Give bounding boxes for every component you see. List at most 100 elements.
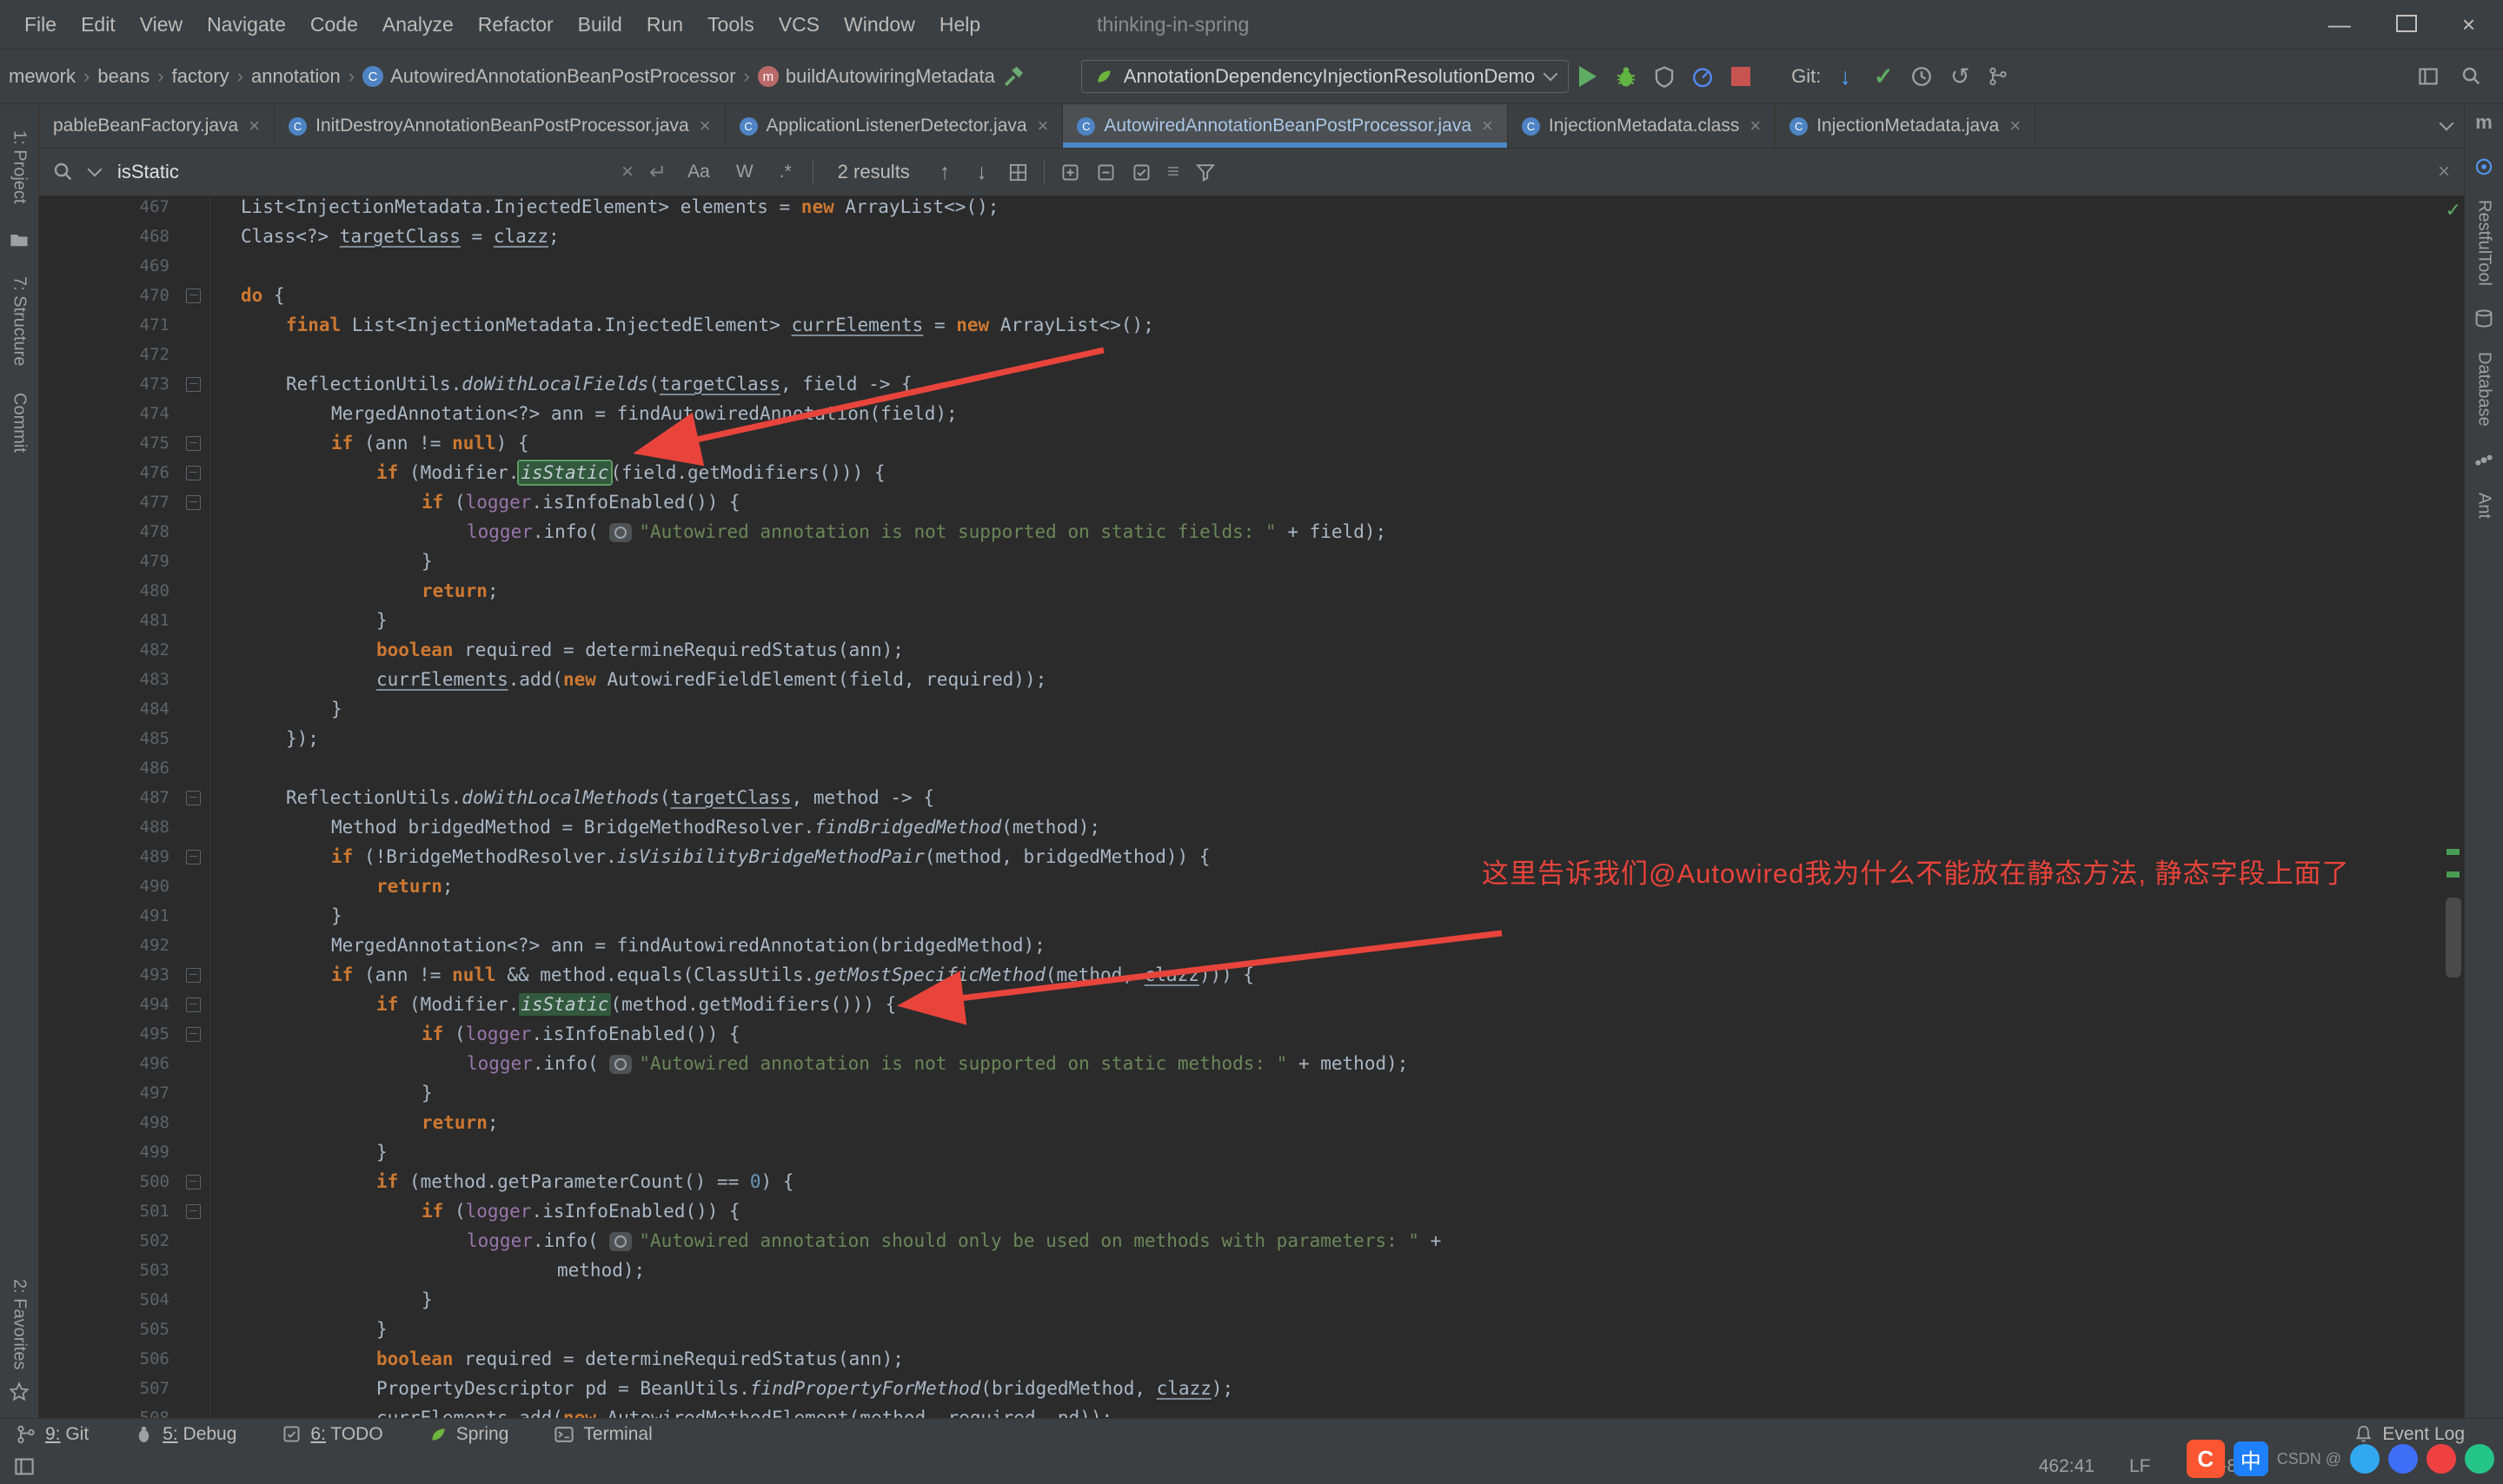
breadcrumb-item[interactable]: beans: [97, 65, 149, 88]
find-input[interactable]: [116, 160, 606, 184]
code-text[interactable]: ReflectionUtils.doWithLocalFields(target…: [286, 369, 913, 399]
line-number[interactable]: 507: [39, 1374, 173, 1403]
tab-applicationlistenerdetector-java[interactable]: C ApplicationListenerDetector.java ×: [726, 104, 1064, 148]
tool-button-todo[interactable]: 6: TODO: [282, 1424, 383, 1445]
tab-initdestroyannotationbeanpostprocessor-java[interactable]: C InitDestroyAnnotationBeanPostProcessor.…: [275, 104, 726, 148]
code-text[interactable]: }: [331, 901, 342, 931]
filter-icon[interactable]: [1195, 162, 1216, 182]
tab-injectionmetadata-java[interactable]: C InjectionMetadata.java ×: [1776, 104, 2036, 148]
fold-marker-icon[interactable]: [185, 1203, 201, 1219]
line-number[interactable]: 489: [39, 842, 173, 871]
code-text[interactable]: if (!BridgeMethodResolver.isVisibilityBr…: [331, 842, 1210, 871]
line-number[interactable]: 504: [39, 1285, 173, 1315]
search-history-chevron-icon[interactable]: [87, 162, 103, 177]
run-button[interactable]: [1569, 57, 1607, 96]
line-number[interactable]: 473: [39, 369, 173, 399]
tab-close-icon[interactable]: ×: [249, 115, 260, 137]
code-text[interactable]: Method bridgedMethod = BridgeMethodResol…: [331, 812, 1100, 842]
fold-marker-icon[interactable]: [185, 997, 201, 1012]
line-number[interactable]: 503: [39, 1255, 173, 1285]
code-area[interactable]: 467 List<InjectionMetadata.InjectedElemen…: [39, 149, 2441, 1418]
line-number[interactable]: 492: [39, 931, 173, 960]
code-text[interactable]: if (logger.isInfoEnabled()) {: [422, 1019, 740, 1049]
fold-marker-icon[interactable]: [185, 376, 201, 392]
tab-close-icon[interactable]: ×: [1749, 115, 1761, 137]
minimize-button[interactable]: —: [2328, 11, 2351, 38]
code-text[interactable]: boolean required = determineRequiredStat…: [376, 635, 904, 665]
line-number[interactable]: 485: [39, 724, 173, 753]
code-text[interactable]: }: [331, 694, 342, 724]
code-text[interactable]: Class<?> targetClass = clazz;: [241, 222, 560, 251]
add-occurrence-button[interactable]: [1060, 162, 1080, 182]
code-text[interactable]: if (ann != null) {: [331, 428, 529, 458]
whole-words-toggle[interactable]: W: [731, 162, 759, 182]
breadcrumb-item[interactable]: mework: [9, 65, 76, 88]
breadcrumb-item[interactable]: factory: [172, 65, 229, 88]
code-text[interactable]: }: [422, 1078, 433, 1108]
newline-toggle-icon[interactable]: ↵: [649, 160, 667, 185]
line-number[interactable]: 495: [39, 1019, 173, 1049]
build-icon[interactable]: [995, 57, 1033, 96]
code-text[interactable]: return;: [376, 871, 454, 901]
code-text[interactable]: if (logger.isInfoEnabled()) {: [422, 487, 740, 517]
close-button[interactable]: ×: [2462, 11, 2475, 38]
line-number[interactable]: 484: [39, 694, 173, 724]
git-commit-button[interactable]: ✓: [1864, 57, 1902, 96]
menu-item-vcs[interactable]: VCS: [767, 13, 832, 36]
line-number[interactable]: 486: [39, 753, 173, 783]
code-text[interactable]: do {: [241, 281, 285, 310]
line-number[interactable]: 474: [39, 399, 173, 428]
menu-item-help[interactable]: Help: [927, 13, 993, 36]
line-number[interactable]: 475: [39, 428, 173, 458]
git-rollback-button[interactable]: ↺: [1941, 57, 1979, 96]
line-number[interactable]: 498: [39, 1108, 173, 1137]
code-text[interactable]: MergedAnnotation<?> ann = findAutowiredA…: [331, 931, 1046, 960]
tool-button-project[interactable]: 1: Project: [10, 130, 30, 203]
tool-button-debug[interactable]: 5: Debug: [134, 1424, 236, 1445]
next-occurrence-button[interactable]: ↓: [971, 160, 993, 185]
line-number[interactable]: 470: [39, 281, 173, 310]
tab-autowiredannotationbeanpostprocessor-java[interactable]: C AutowiredAnnotationBeanPostProcessor.ja…: [1063, 104, 1508, 148]
code-text[interactable]: logger.info( "Autowired annotation is no…: [467, 1049, 1408, 1078]
line-number[interactable]: 493: [39, 960, 173, 990]
fold-marker-icon[interactable]: [185, 790, 201, 805]
breadcrumb-class[interactable]: C AutowiredAnnotationBeanPostProcessor: [362, 65, 736, 88]
breadcrumb-item[interactable]: annotation: [251, 65, 341, 88]
menu-item-build[interactable]: Build: [566, 13, 634, 36]
code-text[interactable]: }: [422, 1285, 433, 1315]
fold-marker-icon[interactable]: [185, 465, 201, 480]
code-text[interactable]: logger.info( "Autowired annotation is no…: [467, 517, 1386, 547]
code-text[interactable]: logger.info( "Autowired annotation shoul…: [467, 1226, 1441, 1255]
fold-marker-icon[interactable]: [185, 494, 201, 510]
inspections-ok-icon[interactable]: ✓: [2446, 199, 2461, 222]
folder-icon[interactable]: [9, 229, 30, 250]
fold-marker-icon[interactable]: [185, 849, 201, 865]
database-icon[interactable]: [2473, 308, 2494, 329]
code-text[interactable]: ReflectionUtils.doWithLocalMethods(targe…: [286, 783, 934, 812]
line-number[interactable]: 467: [39, 192, 173, 222]
line-number[interactable]: 480: [39, 576, 173, 606]
git-history-button[interactable]: [1902, 57, 1941, 96]
code-text[interactable]: final List<InjectionMetadata.InjectedEle…: [286, 310, 1154, 340]
menu-item-window[interactable]: Window: [832, 13, 927, 36]
line-number[interactable]: 491: [39, 901, 173, 931]
search-result-mark[interactable]: [2447, 871, 2460, 878]
code-text[interactable]: return;: [422, 1108, 499, 1137]
restful-tool-icon[interactable]: [2473, 156, 2494, 177]
tool-button-git[interactable]: 9: Git: [16, 1424, 89, 1445]
code-text[interactable]: }: [376, 1315, 388, 1344]
tool-button-terminal[interactable]: Terminal: [554, 1424, 653, 1445]
code-text[interactable]: return;: [422, 576, 499, 606]
code-text[interactable]: if (ann != null && method.equals(ClassUt…: [331, 960, 1254, 990]
menu-item-edit[interactable]: Edit: [69, 13, 128, 36]
search-result-mark[interactable]: [2447, 849, 2460, 855]
line-number[interactable]: 476: [39, 458, 173, 487]
line-number[interactable]: 478: [39, 517, 173, 547]
code-text[interactable]: if (Modifier.isStatic(method.getModifier…: [376, 990, 896, 1019]
line-number[interactable]: 477: [39, 487, 173, 517]
line-number[interactable]: 479: [39, 547, 173, 576]
line-number[interactable]: 469: [39, 251, 173, 281]
line-number[interactable]: 487: [39, 783, 173, 812]
line-number[interactable]: 496: [39, 1049, 173, 1078]
fold-marker-icon[interactable]: [185, 967, 201, 983]
